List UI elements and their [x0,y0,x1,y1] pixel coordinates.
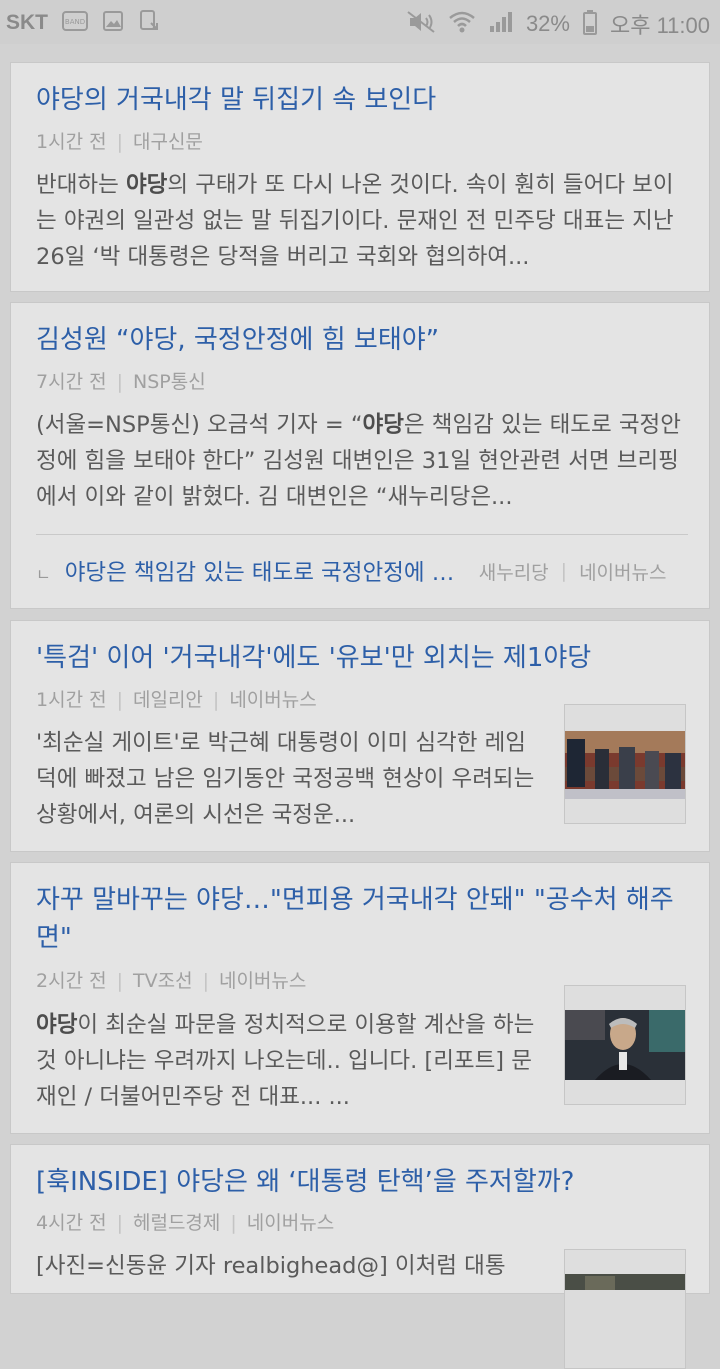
snippet-text: 이 최순실 파문을 정치적으로 이용할 계산을 하는 것 아니냐는 우려까지 나… [36,1012,535,1110]
article-meta: 7시간 전 | NSP통신 [36,370,206,394]
related-title[interactable]: 야당은 책임감 있는 태도로 국정안정에 힘을 보태야 [65,555,457,587]
status-bar: SKT BAND 32% 오후 11:00 [0,0,720,44]
snippet-highlight: 야당 [125,172,168,198]
snippet-text: (서울=NSP통신) 오금석 기자 = “ [36,412,363,438]
article-title[interactable]: 야당의 거국내각 말 뒤집기 속 보인다 [36,81,688,119]
article-source: NSP통신 [132,371,206,393]
article-portal[interactable]: 네이버뉴스 [247,1212,334,1234]
article-snippet[interactable]: 반대하는 야당의 구태가 또 다시 나온 것이다. 속이 훤히 들어다 보이는 … [36,167,688,275]
article-snippet[interactable]: 야당이 최순실 파문을 정치적으로 이용할 계산을 하는 것 아니냐는 우려까지… [36,1007,536,1115]
title-text: 의 거국내각 말 뒤집기 속 보인다 [83,85,437,115]
gallery-icon [102,10,124,36]
article-thumbnail[interactable] [564,704,686,824]
article-title[interactable]: 자꾸 말바꾸는 야당…"면피용 거국내각 안돼" "공수처 해주면" [36,881,688,957]
meta-separator: | [212,689,220,711]
meta-separator: | [116,689,123,711]
meta-separator: | [116,131,123,153]
snippet-highlight: 야당 [362,412,404,438]
article-portal[interactable]: 네이버뉴스 [229,689,316,711]
meta-separator: | [230,1212,237,1234]
article-title[interactable]: '특검' 이어 '거국내각'에도 '유보'만 외치는 제1야당 [36,639,688,677]
article-meta: 1시간 전 | 대구신문 [36,130,203,154]
news-card[interactable]: 김성원 “야당, 국정안정에 힘 보태야” 7시간 전 | NSP통신 (서울=NS… [10,302,710,609]
meta-separator: | [560,560,568,582]
news-card[interactable]: 자꾸 말바꾸는 야당…"면피용 거국내각 안돼" "공수처 해주면" 2시간 전… [10,862,710,1134]
article-meta: 2시간 전 | TV조선 | 네이버뉴스 [36,969,306,993]
article-meta: 1시간 전 | 데일리안 | 네이버뉴스 [36,688,317,712]
article-source: TV조선 [132,970,193,992]
article-source: 데일리안 [132,689,203,711]
article-title[interactable]: 김성원 “야당, 국정안정에 힘 보태야” [36,321,688,359]
clock: 오후 11:00 [609,13,710,38]
title-highlight: 야당 [36,85,84,115]
article-snippet[interactable]: [사진=신동윤 기자 realbighead@] 이처럼 대통 [36,1248,536,1284]
related-article[interactable]: ㄴ 야당은 책임감 있는 태도로 국정안정에 힘을 보태야 새누리당 | 네이버… [36,553,688,589]
download-icon [138,9,160,37]
band-icon: BAND [62,10,88,36]
article-time: 7시간 전 [36,371,107,393]
divider [36,534,688,535]
battery-icon [582,9,598,39]
svg-text:BAND: BAND [65,18,85,26]
article-time: 1시간 전 [36,131,107,153]
article-thumbnail[interactable] [564,1249,686,1369]
article-meta: 4시간 전 | 헤럴드경제 | 네이버뉴스 [36,1211,334,1235]
article-source: 대구신문 [132,131,203,153]
wifi-icon [448,10,476,38]
article-source: 헤럴드경제 [132,1212,221,1234]
article-title[interactable]: [훅INSIDE] 야당은 왜 ‘대통령 탄핵’을 주저할까? [36,1163,688,1201]
signal-icon [488,10,514,38]
news-card[interactable]: '특검' 이어 '거국내각'에도 '유보'만 외치는 제1야당 1시간 전 | 데일… [10,620,710,852]
mute-icon [406,10,436,38]
news-card[interactable]: 야당의 거국내각 말 뒤집기 속 보인다 1시간 전 | 대구신문 반대하는 야당의… [10,62,710,292]
snippet-text: 반대하는 [36,172,126,198]
meta-separator: | [116,1212,123,1234]
meta-separator: | [202,970,209,992]
snippet-highlight: 야당 [36,1012,78,1038]
meta-separator: | [116,970,123,992]
battery-percent: 32% [525,11,570,36]
article-thumbnail[interactable] [564,985,686,1105]
article-time: 4시간 전 [36,1212,107,1234]
related-source: 새누리당 [478,561,549,584]
carrier-label: SKT [6,11,48,34]
article-snippet[interactable]: '최순실 게이트'로 박근혜 대통령이 이미 심각한 레임덕에 빠졌고 남은 임… [36,725,536,833]
article-snippet[interactable]: (서울=NSP통신) 오금석 기자 = “야당은 책임감 있는 태도로 국정안정… [36,407,688,515]
related-arrow-icon: ㄴ [36,565,51,584]
article-time: 2시간 전 [36,970,107,992]
article-portal[interactable]: 네이버뉴스 [219,970,306,992]
meta-separator: | [116,371,123,393]
related-portal[interactable]: 네이버뉴스 [579,558,666,585]
article-time: 1시간 전 [36,689,107,711]
news-card[interactable]: [훅INSIDE] 야당은 왜 ‘대통령 탄핵’을 주저할까? 4시간 전 | 헤럴… [10,1144,710,1369]
